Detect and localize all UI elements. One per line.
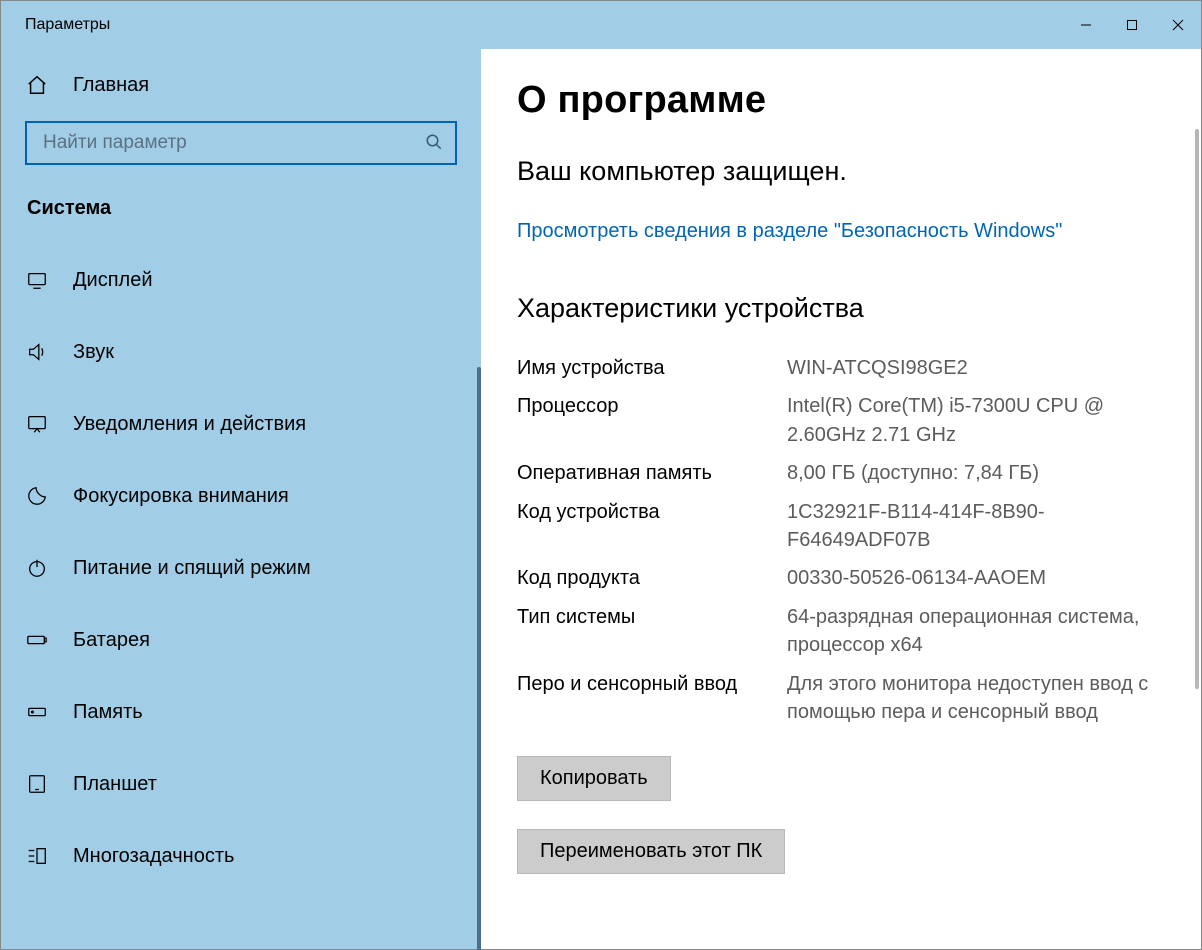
sound-icon xyxy=(25,340,49,364)
storage-icon xyxy=(25,700,49,724)
tablet-icon xyxy=(25,772,49,796)
sidebar-item-display[interactable]: Дисплей xyxy=(1,244,481,316)
home-icon xyxy=(25,74,49,96)
sidebar-item-sound[interactable]: Звук xyxy=(1,316,481,388)
content: О программе Ваш компьютер защищен. Просм… xyxy=(481,49,1201,949)
power-icon xyxy=(25,556,49,580)
spec-key-ram: Оперативная память xyxy=(517,459,787,487)
copy-button[interactable]: Копировать xyxy=(517,756,671,801)
notifications-icon xyxy=(25,412,49,436)
spec-val-device-name: WIN-ATCQSI98GE2 xyxy=(787,354,1161,382)
sidebar-item-multitask[interactable]: Многозадачность xyxy=(1,820,481,892)
sidebar-home-label: Главная xyxy=(73,74,149,97)
battery-icon xyxy=(25,628,49,652)
sidebar-item-label: Питание и спящий режим xyxy=(73,557,311,580)
sidebar-item-power[interactable]: Питание и спящий режим xyxy=(1,532,481,604)
content-scrollbar[interactable] xyxy=(1195,129,1199,689)
sidebar-item-label: Батарея xyxy=(73,629,150,652)
rename-pc-button[interactable]: Переименовать этот ПК xyxy=(517,829,785,874)
sidebar-item-focus[interactable]: Фокусировка внимания xyxy=(1,460,481,532)
sidebar-section-title: Система xyxy=(1,189,481,244)
spec-key-processor: Процессор xyxy=(517,392,787,449)
sidebar-item-label: Звук xyxy=(73,341,114,364)
titlebar: Параметры xyxy=(1,1,1201,49)
protection-heading: Ваш компьютер защищен. xyxy=(517,156,1161,187)
spec-key-device-name: Имя устройства xyxy=(517,354,787,382)
spec-table: Имя устройства WIN-ATCQSI98GE2 Процессор… xyxy=(517,354,1161,726)
spec-val-system-type: 64-разрядная операционная система, проце… xyxy=(787,603,1161,660)
maximize-button[interactable] xyxy=(1109,1,1155,49)
sidebar-item-label: Дисплей xyxy=(73,269,153,292)
spec-val-ram: 8,00 ГБ (доступно: 7,84 ГБ) xyxy=(787,459,1161,487)
display-icon xyxy=(25,268,49,292)
page-title: О программе xyxy=(517,79,1161,122)
search-icon xyxy=(425,133,445,153)
sidebar-nav: Дисплей Звук Уведомления и действия Фоку… xyxy=(1,244,481,892)
search-input[interactable] xyxy=(43,132,425,154)
search-box[interactable] xyxy=(25,121,457,165)
sidebar-item-label: Память xyxy=(73,701,143,724)
focus-icon xyxy=(25,484,49,508)
device-spec-heading: Характеристики устройства xyxy=(517,293,1161,324)
spec-val-device-id: 1C32921F-B114-414F-8B90-F64649ADF07B xyxy=(787,498,1161,555)
sidebar-item-label: Фокусировка внимания xyxy=(73,485,289,508)
window-controls xyxy=(1063,1,1201,49)
spec-key-device-id: Код устройства xyxy=(517,498,787,555)
spec-val-processor: Intel(R) Core(TM) i5-7300U CPU @ 2.60GHz… xyxy=(787,392,1161,449)
sidebar-item-storage[interactable]: Память xyxy=(1,676,481,748)
spec-val-product-id: 00330-50526-06134-AAOEM xyxy=(787,564,1161,592)
spec-val-pen-touch: Для этого монитора недоступен ввод с пом… xyxy=(787,670,1161,727)
sidebar-item-tablet[interactable]: Планшет xyxy=(1,748,481,820)
sidebar-item-label: Планшет xyxy=(73,773,157,796)
window-title: Параметры xyxy=(1,16,1063,34)
sidebar-item-label: Многозадачность xyxy=(73,845,234,868)
sidebar-item-battery[interactable]: Батарея xyxy=(1,604,481,676)
minimize-button[interactable] xyxy=(1063,1,1109,49)
sidebar-item-label: Уведомления и действия xyxy=(73,413,306,436)
sidebar: Главная Система Дисплей Звук Уведом xyxy=(1,49,481,949)
spec-key-system-type: Тип системы xyxy=(517,603,787,660)
spec-key-pen-touch: Перо и сенсорный ввод xyxy=(517,670,787,727)
multitask-icon xyxy=(25,844,49,868)
sidebar-home[interactable]: Главная xyxy=(1,49,481,121)
spec-key-product-id: Код продукта xyxy=(517,564,787,592)
close-button[interactable] xyxy=(1155,1,1201,49)
sidebar-item-notifications[interactable]: Уведомления и действия xyxy=(1,388,481,460)
security-link[interactable]: Просмотреть сведения в разделе "Безопасн… xyxy=(517,217,1062,245)
